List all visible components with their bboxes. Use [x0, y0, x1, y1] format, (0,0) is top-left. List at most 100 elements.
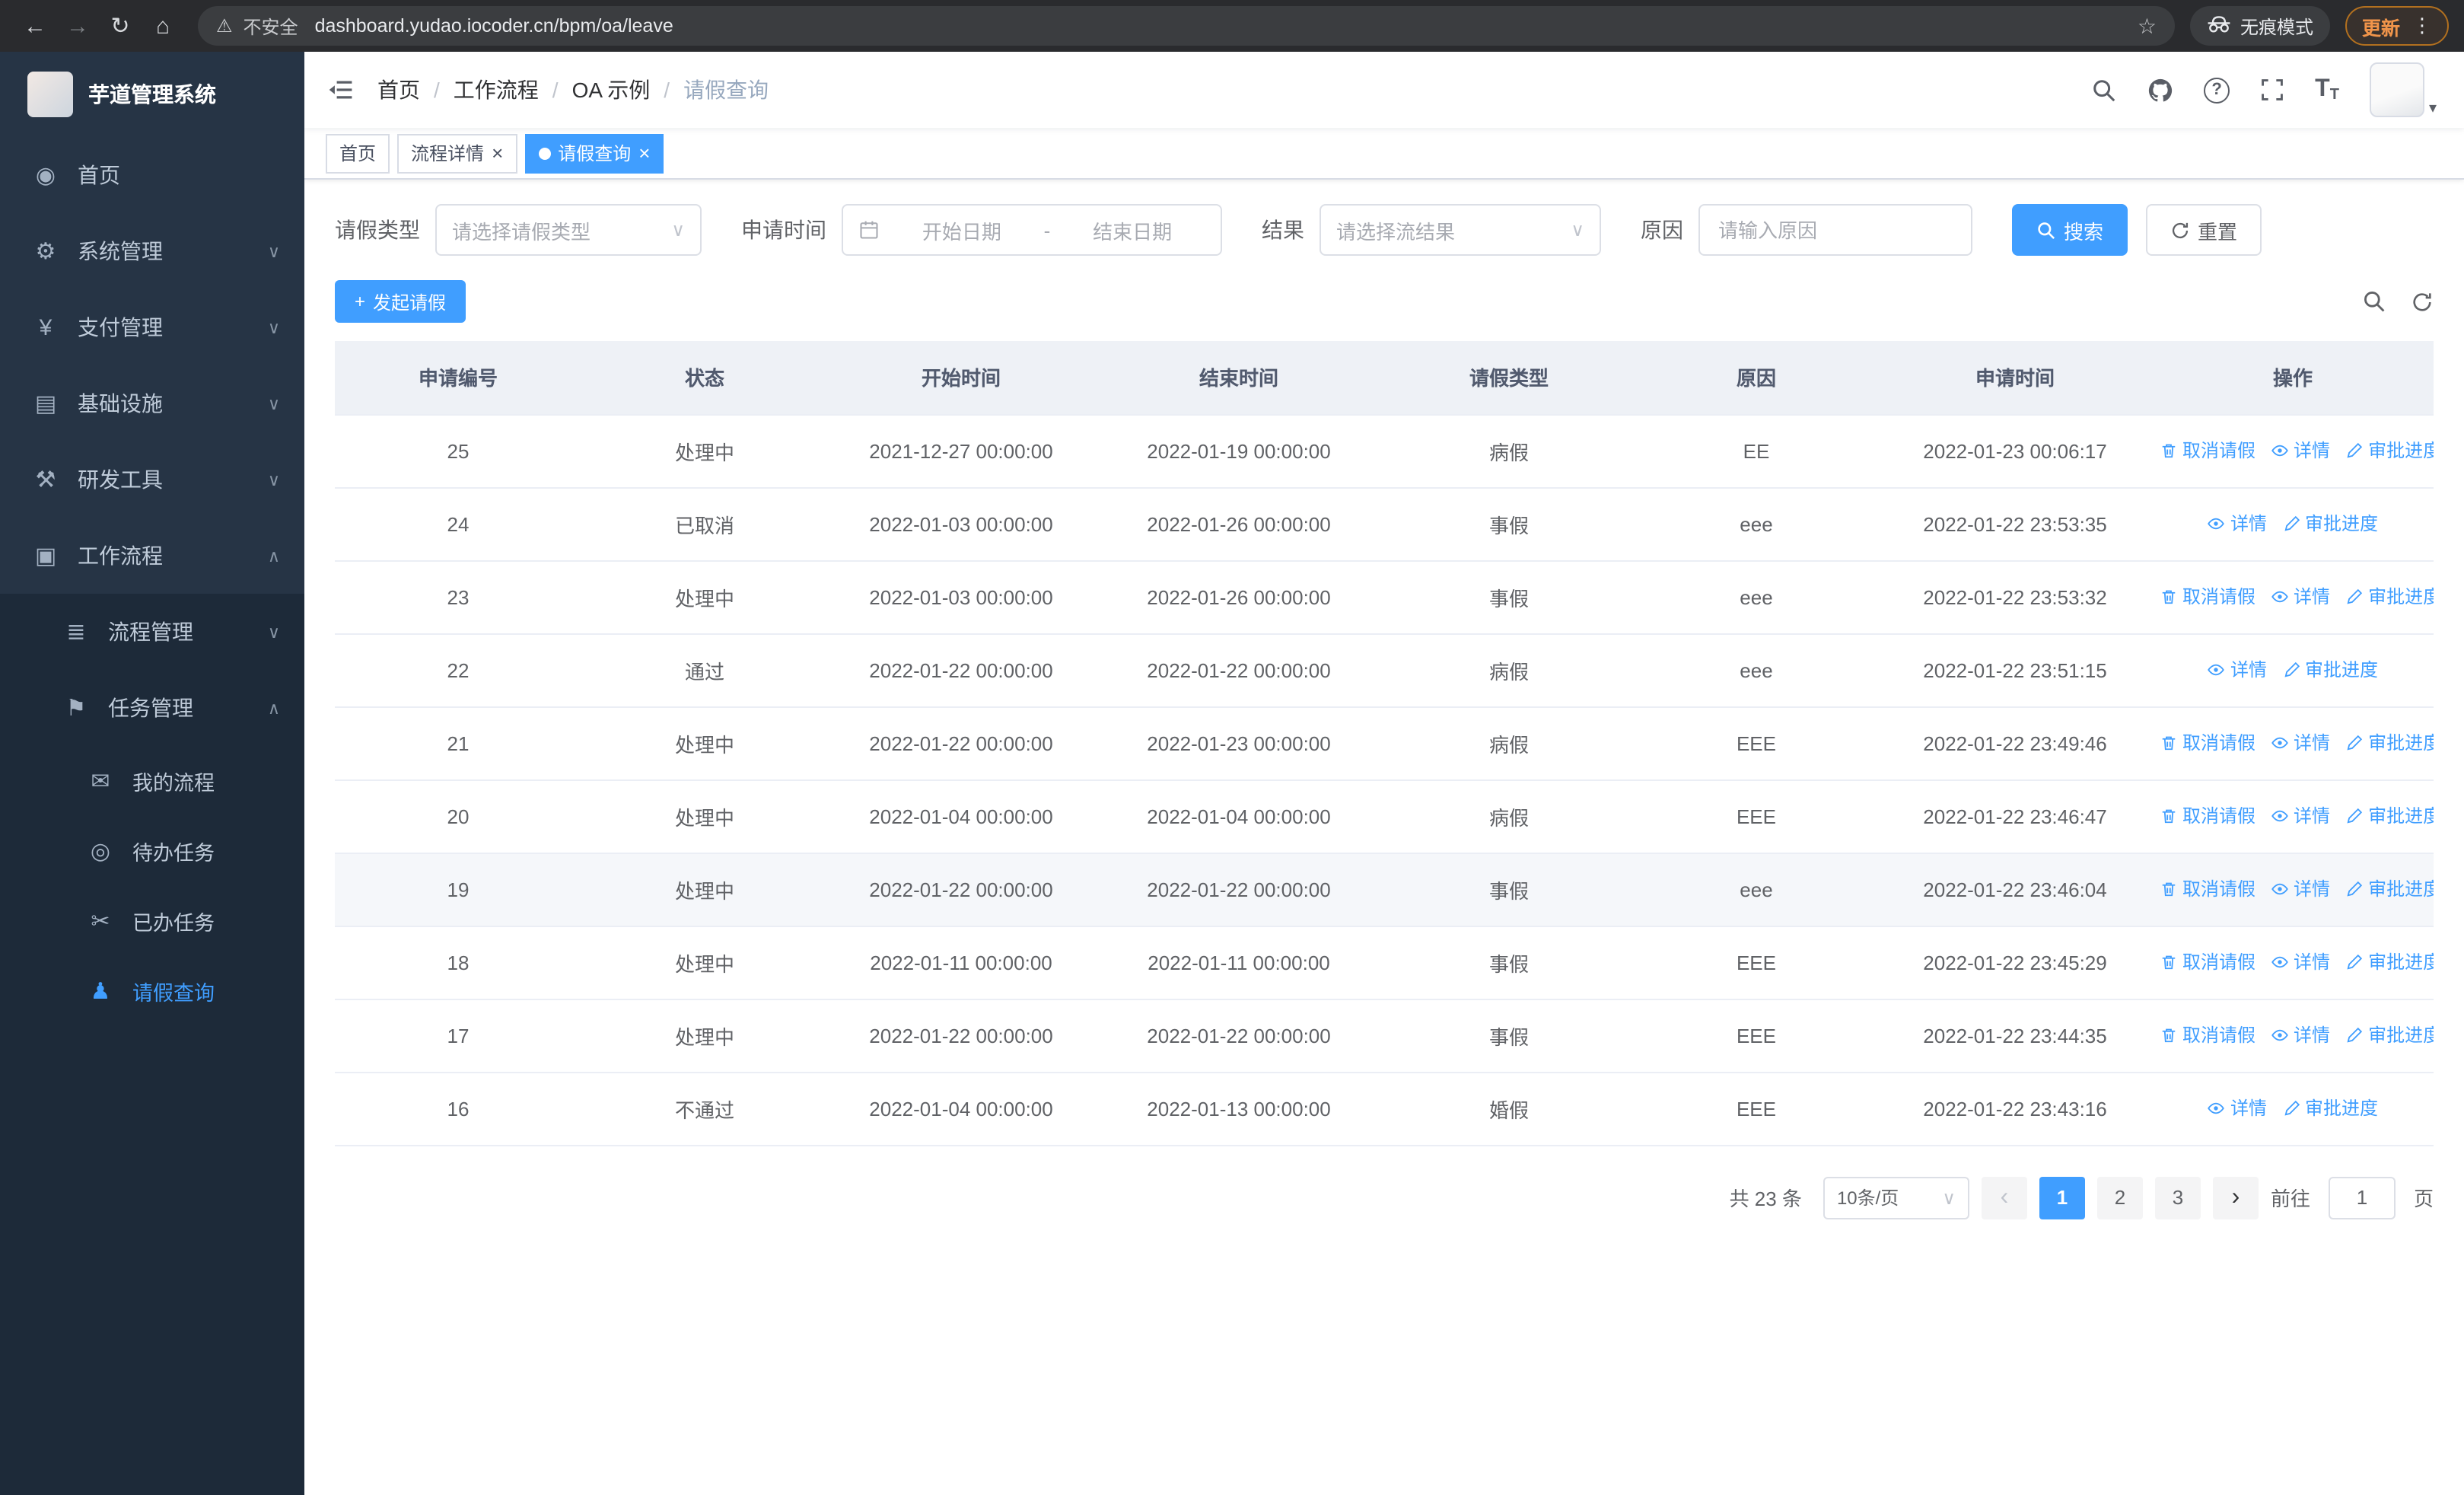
sidebar-item-home[interactable]: ◉ 首页 [0, 137, 304, 213]
tab-home[interactable]: 首页 [326, 133, 390, 173]
sidebar-item-label: 工作流程 [78, 543, 163, 568]
sidebar-item-todo-tasks[interactable]: ◎ 待办任务 [0, 816, 304, 886]
leave-type-select[interactable]: 请选择请假类型 ∨ [435, 204, 702, 256]
bookmark-star-icon[interactable]: ☆ [2138, 13, 2157, 39]
reason-input[interactable] [1698, 204, 1972, 256]
approval-progress-link[interactable]: 审批进度 [2345, 438, 2434, 464]
sidebar-item-infrastructure[interactable]: ▤ 基础设施 ∨ [0, 365, 304, 441]
tab-leave-query[interactable]: 请假查询 × [524, 133, 664, 173]
cancel-leave-link[interactable]: 取消请假 [2160, 803, 2255, 829]
cell-reason: EEE [1635, 779, 1878, 853]
cancel-leave-link[interactable]: 取消请假 [2160, 949, 2255, 975]
refresh-icon[interactable] [2411, 290, 2434, 313]
start-date-placeholder[interactable]: 开始日期 [889, 215, 1035, 244]
sidebar-item-done-tasks[interactable]: ✂ 已办任务 [0, 886, 304, 956]
approval-progress-link[interactable]: 审批进度 [2345, 803, 2434, 829]
cell-status: 处理中 [581, 560, 828, 634]
detail-link[interactable]: 详情 [2271, 438, 2330, 464]
detail-link[interactable]: 详情 [2271, 949, 2330, 975]
detail-link[interactable]: 详情 [2271, 876, 2330, 902]
approval-progress-link[interactable]: 审批进度 [2345, 876, 2434, 902]
breadcrumb-home[interactable]: 首页 [377, 75, 420, 105]
page-size-select[interactable]: 10条/页 ∨ [1823, 1176, 1969, 1219]
sidebar-item-label: 待办任务 [132, 842, 215, 865]
app: 芋道管理系统 ◉ 首页 ⚙ 系统管理 ∨ ¥ 支付管理 ∨ ▤ 基础设施 ∨ ⚒… [0, 52, 2464, 1495]
close-icon[interactable]: × [638, 143, 650, 163]
result-select[interactable]: 请选择流结果 ∨ [1320, 204, 1601, 256]
page-button-2[interactable]: 2 [2096, 1176, 2143, 1219]
app-logo[interactable]: 芋道管理系统 [0, 52, 304, 137]
tab-process-detail[interactable]: 流程详情 × [397, 133, 517, 173]
sidebar-item-task-mgmt[interactable]: ⚑ 任务管理 ∧ [0, 670, 304, 746]
approval-progress-link[interactable]: 审批进度 [2345, 584, 2434, 610]
detail-link[interactable]: 详情 [2271, 1022, 2330, 1048]
font-size-icon[interactable]: TT [2315, 76, 2339, 104]
cancel-leave-link[interactable]: 取消请假 [2160, 1022, 2255, 1048]
cancel-leave-link[interactable]: 取消请假 [2160, 876, 2255, 902]
url-text[interactable]: dashboard.yudao.iocoder.cn/bpm/oa/leave [315, 15, 2127, 37]
create-leave-button[interactable]: + 发起请假 [335, 280, 466, 323]
calendar-icon [858, 219, 880, 241]
prev-page-button[interactable]: ‹ [1981, 1176, 2027, 1219]
page-size-value: 10条/页 [1836, 1187, 1899, 1209]
approval-progress-link[interactable]: 审批进度 [2345, 1022, 2434, 1048]
approval-progress-link[interactable]: 审批进度 [2282, 657, 2378, 683]
cell-start: 2022-01-03 00:00:00 [828, 487, 1094, 561]
detail-link[interactable]: 详情 [2271, 584, 2330, 610]
toggle-search-icon[interactable] [2362, 289, 2386, 314]
sidebar-collapse-button[interactable] [304, 76, 377, 104]
infrastructure-icon: ▤ [34, 391, 57, 417]
cancel-leave-link[interactable]: 取消请假 [2160, 438, 2255, 464]
help-icon[interactable]: ? [2204, 77, 2230, 103]
address-bar[interactable]: ⚠ 不安全 dashboard.yudao.iocoder.cn/bpm/oa/… [198, 6, 2175, 46]
reset-button[interactable]: 重置 [2146, 204, 2262, 256]
cell-start: 2022-01-11 00:00:00 [828, 926, 1094, 999]
page-button-1[interactable]: 1 [2039, 1176, 2085, 1219]
detail-link[interactable]: 详情 [2208, 511, 2267, 537]
cancel-leave-link[interactable]: 取消请假 [2160, 730, 2255, 756]
sidebar-item-process-mgmt[interactable]: ≣ 流程管理 ∨ [0, 594, 304, 670]
browser-menu-icon[interactable]: ⋮ [2412, 14, 2432, 38]
detail-link[interactable]: 详情 [2271, 803, 2330, 829]
approval-progress-link[interactable]: 审批进度 [2345, 949, 2434, 975]
sidebar-item-devtools[interactable]: ⚒ 研发工具 ∨ [0, 441, 304, 518]
user-menu[interactable]: ▾ [2369, 62, 2437, 117]
sidebar-item-workflow[interactable]: ▣ 工作流程 ∧ [0, 518, 304, 594]
table-body: 25 处理中 2021-12-27 00:00:00 2022-01-19 00:00… [335, 414, 2434, 1146]
github-icon[interactable] [2147, 77, 2173, 103]
cell-type: 事假 [1383, 926, 1635, 999]
close-icon[interactable]: × [492, 143, 503, 163]
sidebar: 芋道管理系统 ◉ 首页 ⚙ 系统管理 ∨ ¥ 支付管理 ∨ ▤ 基础设施 ∨ ⚒… [0, 52, 304, 1495]
detail-link[interactable]: 详情 [2208, 657, 2267, 683]
sidebar-item-my-processes[interactable]: ✉ 我的流程 [0, 746, 304, 816]
cell-start: 2022-01-22 00:00:00 [828, 633, 1094, 707]
update-label[interactable]: 更新 [2362, 11, 2400, 40]
security-warning-label[interactable]: 不安全 [244, 13, 298, 39]
search-button[interactable]: 搜索 [2012, 204, 2128, 256]
browser-home-icon[interactable]: ⌂ [143, 6, 183, 46]
goto-page-input[interactable] [2328, 1176, 2396, 1219]
end-date-placeholder[interactable]: 结束日期 [1059, 215, 1205, 244]
browser-update-button[interactable]: 更新 ⋮ [2345, 6, 2449, 46]
avatar[interactable] [2369, 62, 2424, 117]
browser-forward-icon[interactable]: → [58, 6, 97, 46]
sidebar-item-leave-query[interactable]: ♟ 请假查询 [0, 956, 304, 1026]
page-button-3[interactable]: 3 [2154, 1176, 2201, 1219]
apply-time-range-picker[interactable]: 开始日期 - 结束日期 [842, 204, 1222, 256]
detail-link[interactable]: 详情 [2271, 730, 2330, 756]
sidebar-item-system[interactable]: ⚙ 系统管理 ∨ [0, 213, 304, 289]
approval-progress-link[interactable]: 审批进度 [2282, 1095, 2378, 1121]
next-page-button[interactable]: › [2212, 1176, 2259, 1219]
sidebar-item-payment[interactable]: ¥ 支付管理 ∨ [0, 289, 304, 365]
create-leave-label: 发起请假 [373, 292, 447, 313]
browser-back-icon[interactable]: ← [15, 6, 55, 46]
cell-operations: 取消请假详情审批进度 [2152, 853, 2434, 926]
search-icon[interactable] [2091, 77, 2117, 103]
approval-progress-link[interactable]: 审批进度 [2345, 730, 2434, 756]
approval-progress-link[interactable]: 审批进度 [2282, 511, 2378, 537]
detail-link[interactable]: 详情 [2208, 1095, 2267, 1121]
fullscreen-icon[interactable] [2260, 78, 2284, 102]
cancel-leave-link[interactable]: 取消请假 [2160, 584, 2255, 610]
col-apply-time: 申请时间 [1878, 341, 2152, 415]
browser-reload-icon[interactable]: ↻ [100, 6, 140, 46]
